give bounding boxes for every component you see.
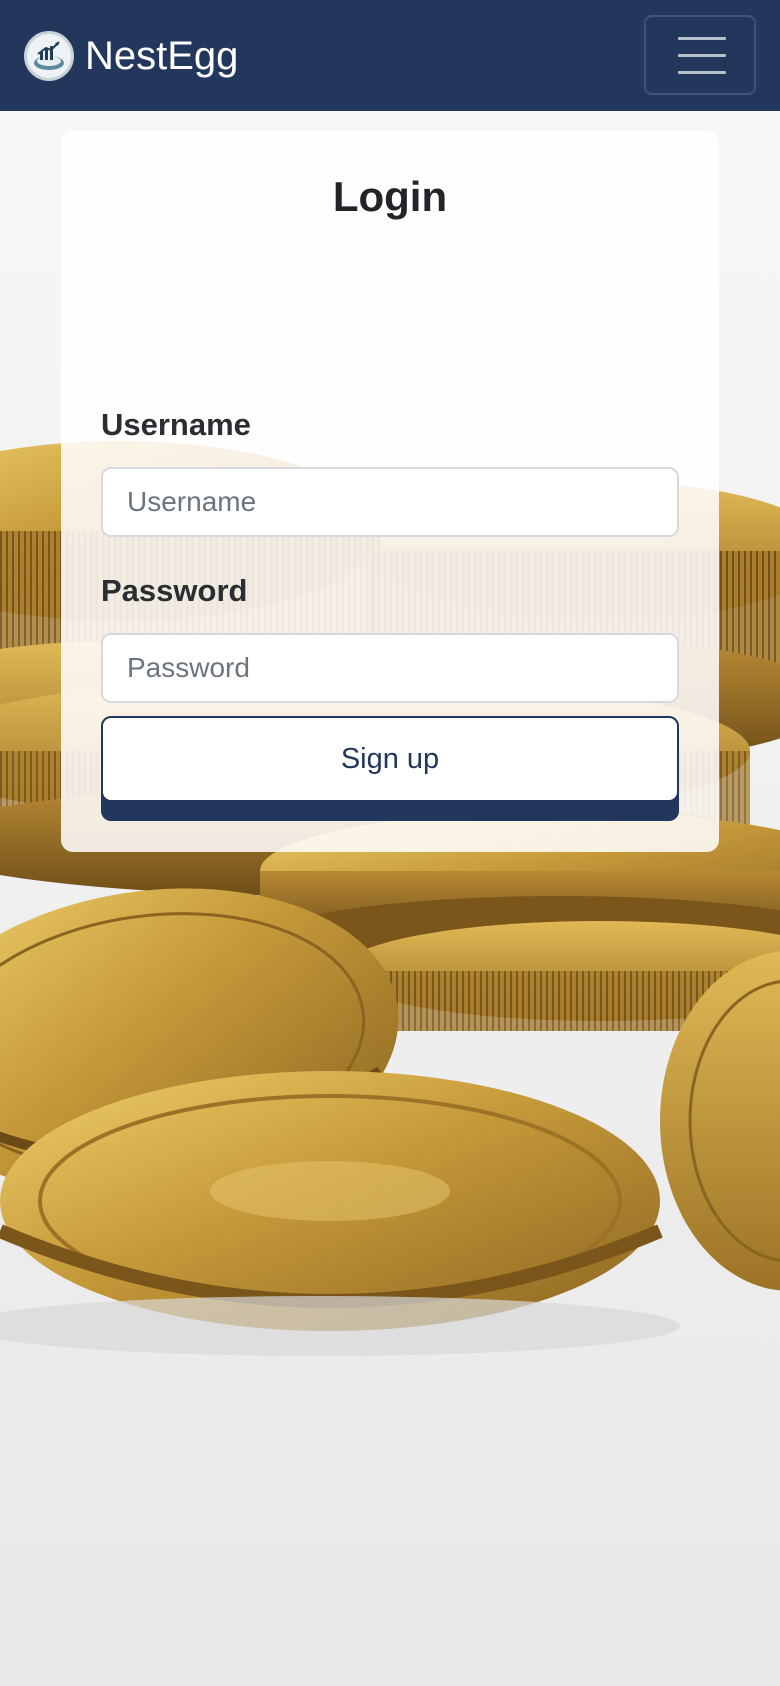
navbar: NestEgg [0, 0, 780, 111]
login-page: NestEgg Login Username Username Password… [0, 0, 780, 1686]
brand-link[interactable]: NestEgg [24, 28, 238, 84]
nest-egg-logo-icon [24, 31, 74, 81]
brand-name: NestEgg [85, 34, 239, 78]
password-input[interactable] [101, 633, 679, 703]
signup-button[interactable]: Sign up [101, 716, 679, 802]
menu-toggle-button[interactable] [644, 15, 756, 95]
username-label: Username [101, 407, 251, 442]
username-input[interactable] [101, 467, 679, 537]
login-title: Login [332, 173, 448, 220]
password-label: Password [101, 573, 248, 608]
